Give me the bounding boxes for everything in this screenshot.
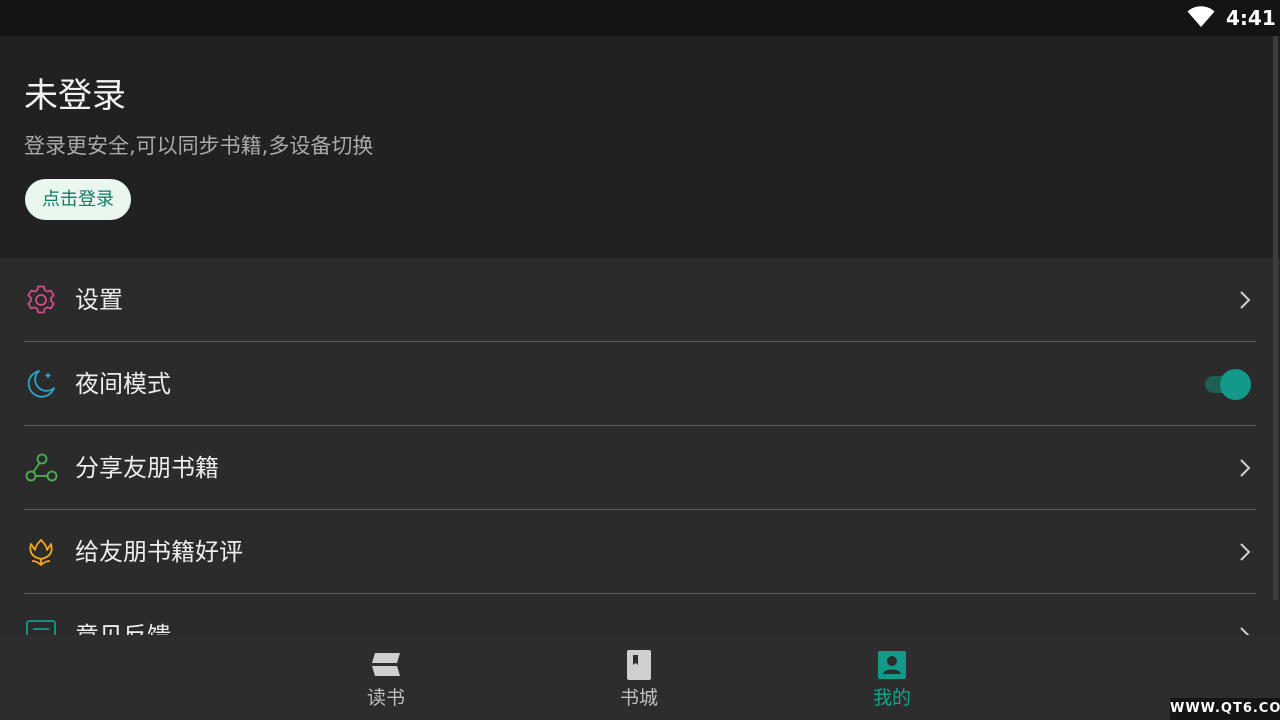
app-screen: 4:41 未登录 登录更安全,可以同步书籍,多设备切换 点击登录 设置 夜间模式… bbox=[0, 0, 1280, 720]
menu-item-label: 夜间模式 bbox=[75, 370, 171, 398]
menu-item-label: 分享友朋书籍 bbox=[75, 454, 219, 482]
gear-icon bbox=[27, 285, 55, 314]
nav-label: 读书 bbox=[366, 687, 405, 709]
toggle-thumb bbox=[1220, 369, 1251, 400]
profile-icon bbox=[878, 651, 906, 679]
watermark: WWW.QT6.COM bbox=[1170, 698, 1280, 720]
bookshelf-icon bbox=[372, 653, 400, 676]
nav-tab-mine[interactable]: 我的 bbox=[832, 635, 952, 720]
nav-tab-reading[interactable]: 读书 bbox=[326, 635, 446, 720]
status-bar: 4:41 bbox=[0, 0, 1280, 36]
bottom-nav: 读书 书城 我的 bbox=[0, 635, 1280, 720]
chevron-right-icon bbox=[1240, 627, 1250, 635]
menu-item-night-mode: 夜间模式 bbox=[0, 342, 1280, 426]
menu-item-share[interactable]: 分享友朋书籍 bbox=[0, 426, 1280, 510]
share-icon bbox=[25, 453, 58, 482]
chevron-right-icon bbox=[1240, 459, 1251, 477]
chevron-right-icon bbox=[1240, 543, 1251, 561]
menu-item-feedback[interactable]: 意见反馈 bbox=[0, 594, 1280, 635]
scrollbar[interactable] bbox=[1273, 36, 1278, 600]
menu-item-settings[interactable]: 设置 bbox=[0, 258, 1280, 342]
profile-header: 未登录 登录更安全,可以同步书籍,多设备切换 点击登录 bbox=[0, 36, 1280, 258]
nav-label: 书城 bbox=[619, 687, 658, 709]
menu-item-label: 给友朋书籍好评 bbox=[75, 538, 243, 566]
login-status-title: 未登录 bbox=[24, 76, 126, 116]
feedback-icon bbox=[26, 620, 56, 635]
moon-icon bbox=[27, 370, 55, 398]
login-hint-text: 登录更安全,可以同步书籍,多设备切换 bbox=[24, 134, 374, 158]
menu-item-label: 意见反馈 bbox=[75, 620, 171, 635]
night-mode-toggle[interactable] bbox=[1203, 368, 1253, 400]
nav-tab-bookstore[interactable]: 书城 bbox=[579, 635, 699, 720]
menu-item-label: 设置 bbox=[75, 286, 123, 314]
chevron-right-icon bbox=[1240, 291, 1251, 309]
nav-label: 我的 bbox=[872, 687, 911, 709]
flower-icon bbox=[29, 539, 53, 566]
menu-list: 设置 夜间模式 分享友朋书籍 给友朋书籍好评 bbox=[0, 258, 1280, 635]
login-button[interactable]: 点击登录 bbox=[25, 179, 131, 220]
book-icon bbox=[627, 650, 651, 680]
menu-item-rate[interactable]: 给友朋书籍好评 bbox=[0, 510, 1280, 594]
status-time: 4:41 bbox=[1226, 6, 1276, 30]
wifi-icon bbox=[1187, 6, 1215, 27]
